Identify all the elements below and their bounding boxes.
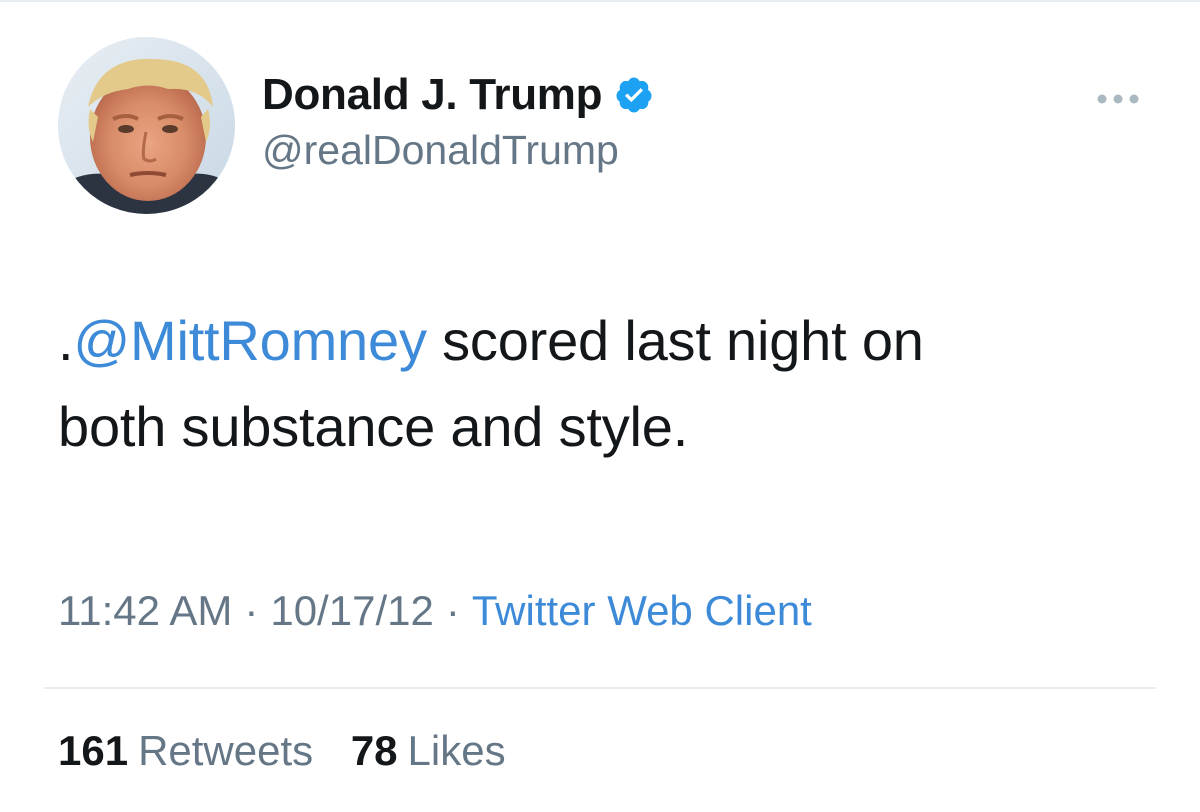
top-divider [0,0,1200,2]
likes-count: 78 [350,727,398,774]
name-row: Donald J. Trump [262,67,654,123]
likes-label: Likes [407,727,506,774]
tweet-text: .@MittRomney scored last night on both s… [58,298,1158,470]
tweet-stats: 161 Retweets 78 Likes [58,727,532,775]
retweets-stat[interactable]: 161 Retweets [58,727,313,774]
retweets-count: 161 [58,727,129,774]
verified-badge-icon [614,75,654,115]
tweet-text-line1: scored last night on [426,309,924,372]
tweet-date[interactable]: 10/17/12 [270,587,434,634]
avatar-image [58,37,235,214]
retweets-label: Retweets [138,727,314,774]
tweet-time[interactable]: 11:42 AM [58,587,232,634]
likes-stat[interactable]: 78 Likes [351,727,506,774]
tweet-meta: 11:42 AM · 10/17/12 · Twitter Web Client [58,587,812,635]
meta-separator: · [244,587,259,634]
more-options-icon [1097,94,1139,104]
tweet-text-line2: both substance and style. [58,395,689,458]
author-handle[interactable]: @realDonaldTrump [262,127,654,174]
meta-separator: · [445,587,460,634]
more-options-button[interactable] [1088,87,1148,111]
tweet-text-prefix: . [58,309,74,372]
author-names: Donald J. Trump @realDonaldTrump [262,67,654,174]
stats-divider [44,687,1156,689]
tweet-source-link[interactable]: Twitter Web Client [472,587,812,634]
mention-link[interactable]: @MittRomney [73,309,427,372]
tweet-header: Donald J. Trump @realDonaldTrump [58,37,1148,217]
author-display-name[interactable]: Donald J. Trump [262,70,603,120]
avatar[interactable] [58,37,235,214]
